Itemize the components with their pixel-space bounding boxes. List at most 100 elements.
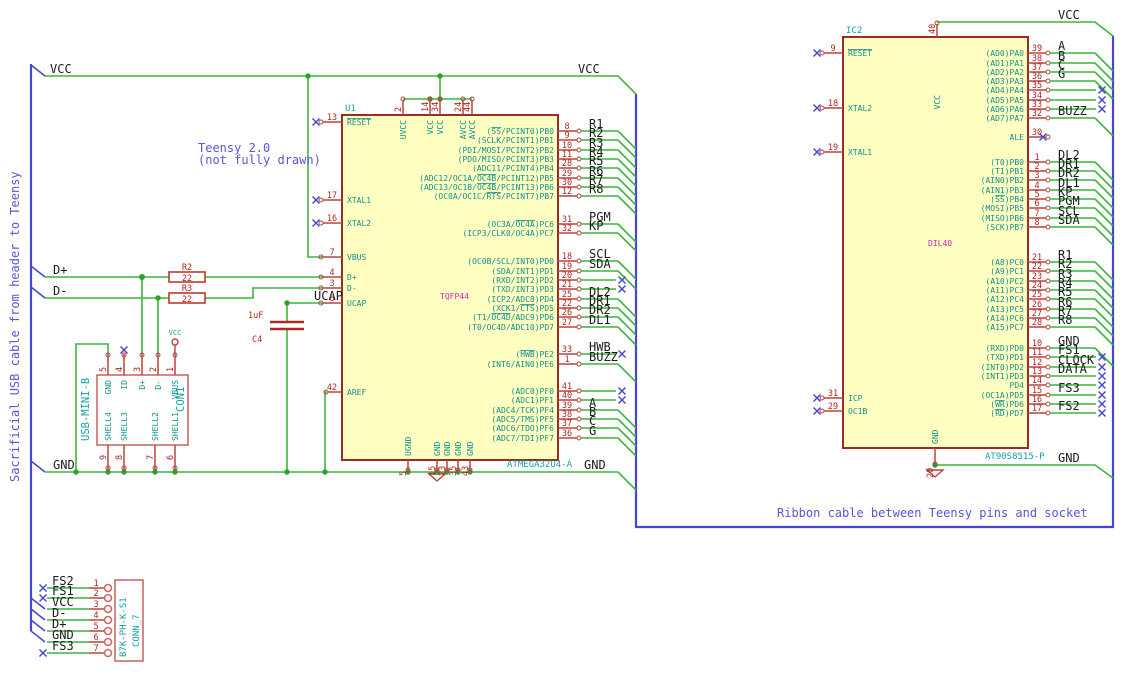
pin-name: (A12)PC4 xyxy=(985,295,1024,304)
net-label-dminus[interactable]: D- xyxy=(53,284,67,298)
capacitor-c4[interactable] xyxy=(270,320,304,331)
pin-name: D- xyxy=(347,284,357,293)
pin-name: (A13)PC5 xyxy=(985,305,1024,314)
pin-end-circle xyxy=(103,583,113,593)
net-label-gnd-ic2[interactable]: GND xyxy=(1058,451,1080,465)
pin-number: 5 xyxy=(99,367,109,372)
con1-value: USB-MINI-B xyxy=(80,378,92,441)
pin-name: (ADC4/TCK)PF4 xyxy=(491,406,554,415)
pin-number: 7 xyxy=(329,248,334,258)
pin-name: (OC3A/OC4A)PC6 xyxy=(487,220,555,229)
pin-name: AVCC xyxy=(468,120,477,139)
pin-end-circle xyxy=(1045,345,1051,351)
pin-end-circle xyxy=(576,416,582,422)
pin-name: UGND xyxy=(404,437,413,456)
net-label-dplus[interactable]: D+ xyxy=(53,263,67,277)
pin-name: (PDI/MOSI/PCINT2)PB2 xyxy=(458,146,555,155)
pin-number: 32 xyxy=(1032,109,1042,119)
bus-entry-wire xyxy=(617,437,637,457)
pin-name: RESET xyxy=(347,118,371,127)
pin-name: GND xyxy=(433,441,442,456)
note-ribbon-cable: Ribbon cable between Teensy pins and soc… xyxy=(777,506,1088,520)
pin-end-circle xyxy=(1045,268,1051,274)
pin-number: 40 xyxy=(928,24,938,34)
r2-ref: R2 xyxy=(182,263,192,273)
pin-name: (PDO/MISO/PCINT3)PB3 xyxy=(458,155,555,164)
pin-end-circle xyxy=(576,277,582,283)
pin-number: 33 xyxy=(562,345,572,355)
pin-end-circle xyxy=(576,435,582,441)
pin-number: 5 xyxy=(399,471,409,476)
pin-name: (MISO)PB6 xyxy=(981,214,1025,223)
pin-number: 15 xyxy=(428,466,438,476)
pin-end-circle xyxy=(1045,205,1051,211)
pin-name: ID xyxy=(120,380,129,390)
pin-name: VCC xyxy=(426,120,435,135)
pin-name: (TXD/INT3)PD3 xyxy=(491,285,554,294)
pin-name: XTAL2 xyxy=(848,104,872,113)
bus-entry-wire xyxy=(1094,347,1114,367)
bus-entry-wire xyxy=(617,316,637,336)
pin-name: (SDA/INT1)PD1 xyxy=(491,267,554,276)
bus-entry-wire xyxy=(617,186,637,206)
pin-name: (ADC12/OC1A/OC4B/PCINT12)PB5 xyxy=(419,174,554,183)
pin-end-circle xyxy=(576,351,582,357)
net-label-vcc-ic2[interactable]: VCC xyxy=(1058,8,1080,22)
pin-number: 9 xyxy=(99,455,109,460)
pin-number: 3 xyxy=(133,367,143,372)
pin-end-circle xyxy=(576,128,582,134)
pin-end-circle xyxy=(1045,296,1051,302)
pin-name: (ADC6/TDO)PF6 xyxy=(491,424,554,433)
pin-end-circle xyxy=(576,221,582,227)
pin-number: 9 xyxy=(830,44,835,54)
net-label-gnd-left[interactable]: GND xyxy=(53,458,75,472)
pin-name: PD4 xyxy=(1010,381,1025,390)
pin-name: (ADC7/TDI)PF7 xyxy=(491,434,554,443)
bus-entries xyxy=(30,64,46,643)
pin-end-circle xyxy=(819,149,825,155)
pin-name: (ADC0)PF0 xyxy=(511,387,555,396)
pin-end-circle xyxy=(1045,401,1051,407)
schematic-canvas: U1 TQFP44 ATMEGA32U4-A IC2 DIL40 AT90S85… xyxy=(0,0,1131,690)
bus-entry-wire xyxy=(1094,289,1114,309)
net-label: FS3 xyxy=(52,639,74,653)
pin-name: (ICP3/CLK0/OC4A)PC7 xyxy=(462,229,554,238)
pin-number: 39 xyxy=(1032,44,1042,54)
pin-name: (A8)PC0 xyxy=(990,258,1024,267)
net-label-vcc-left[interactable]: VCC xyxy=(50,62,72,76)
pin-number: 7 xyxy=(146,455,156,460)
conn7-value: B7K-PH-K-S1 xyxy=(119,597,129,657)
conn7-ref: CONN_7 xyxy=(132,614,142,647)
bus-entry-wire xyxy=(1094,62,1114,82)
pin-number: 2 xyxy=(149,367,159,372)
pin-number: 18 xyxy=(828,99,838,109)
pin-end-circle xyxy=(1045,177,1051,183)
schematic-svg: U1 TQFP44 ATMEGA32U4-A IC2 DIL40 AT90S85… xyxy=(8,8,1115,662)
pin-end-circle xyxy=(576,286,582,292)
bus-entry-wire xyxy=(1094,270,1114,290)
bus-entry-wire xyxy=(1094,261,1114,281)
pin-name: GND xyxy=(443,441,452,456)
pin-name: (SS/PCINT0)PB0 xyxy=(487,127,555,136)
bus-entry-wire xyxy=(1094,189,1114,209)
bus-entry-wire xyxy=(617,158,637,178)
bus-entry-wire xyxy=(617,326,637,346)
pin-name: VCC xyxy=(933,95,942,110)
net-label-gnd-right[interactable]: GND xyxy=(584,458,606,472)
bus-entry-wire xyxy=(617,260,637,280)
pin-number: 20 xyxy=(926,468,936,478)
net-label: FS2 xyxy=(1058,399,1080,413)
pin-number: 28 xyxy=(1032,318,1042,328)
pin-name: (T1/OC4D/ADC9)PD6 xyxy=(472,313,554,322)
pin-name: (T0/OC4D/ADC10)PD7 xyxy=(467,323,554,332)
pin-name: AREF xyxy=(347,388,366,397)
bus-entry-wire xyxy=(1094,207,1114,227)
pin-number: 8 xyxy=(115,455,125,460)
pin-name: (ADC13/OC1B/OC4B/PCINT13)PB6 xyxy=(419,183,554,192)
pin-end-circle xyxy=(576,268,582,274)
u1-value: TQFP44 xyxy=(440,292,469,301)
pin-number: 14 xyxy=(421,102,431,112)
bus-entry-wire xyxy=(617,418,637,438)
pin-number: 13 xyxy=(327,113,337,123)
net-label-vcc-right[interactable]: VCC xyxy=(578,62,600,76)
